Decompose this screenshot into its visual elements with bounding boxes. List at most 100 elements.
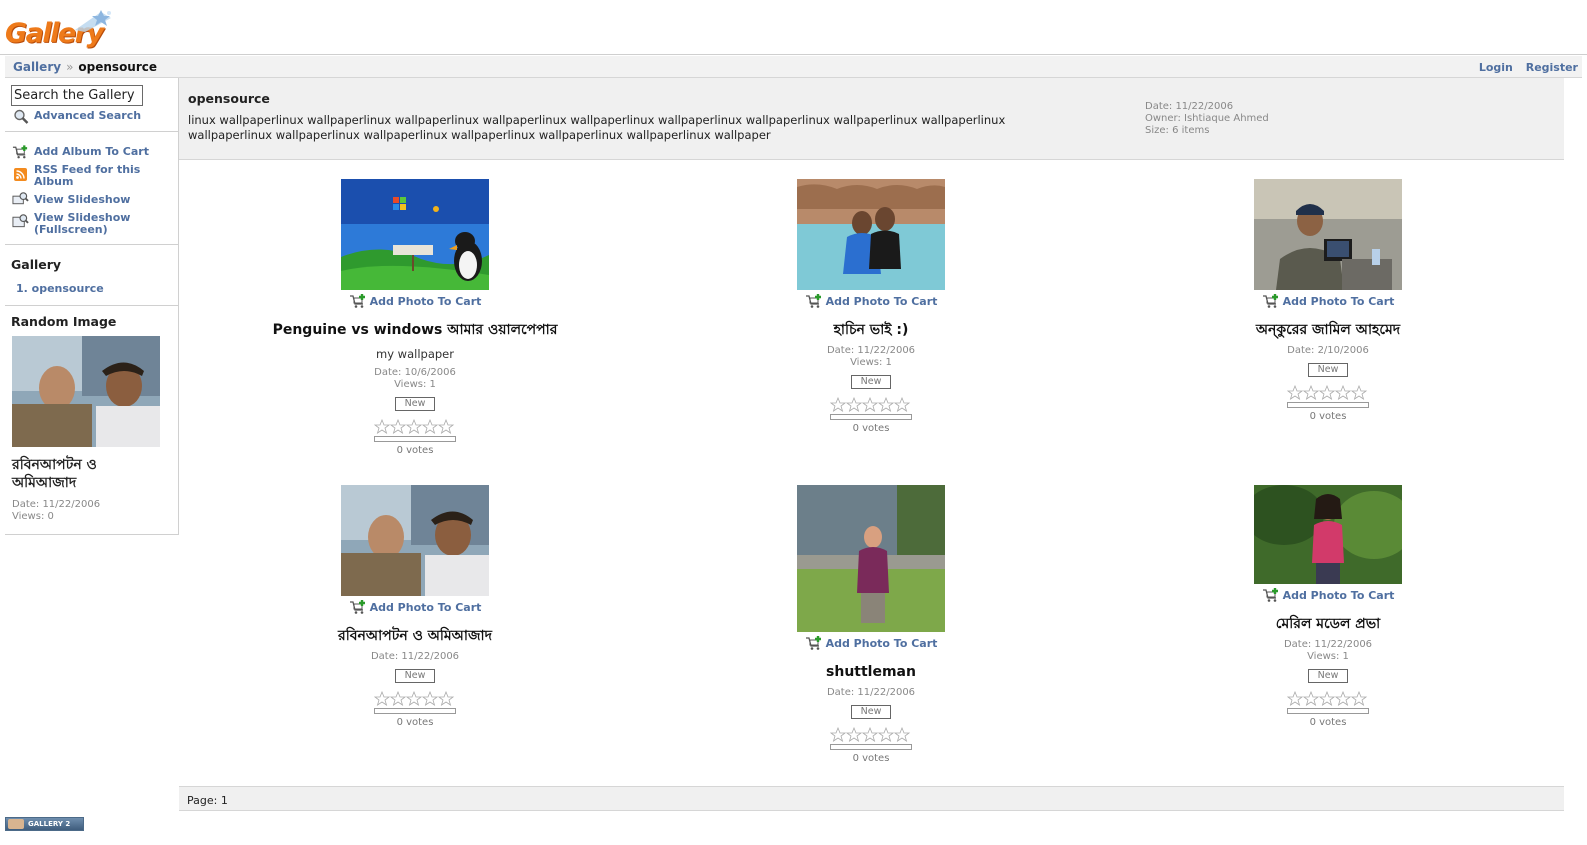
- photo-date: Date: 11/22/2006: [826, 687, 916, 698]
- gallery-path-link[interactable]: 1. opensource: [16, 283, 104, 295]
- gallery-badge-label: GALLERY 2: [28, 820, 71, 828]
- vote-count: 0 votes: [852, 423, 890, 434]
- photo-date: Date: 10/6/2006: [374, 367, 456, 378]
- add-photo-to-cart-link[interactable]: Add Photo To Cart: [1262, 293, 1395, 309]
- photo-summary: my wallpaper: [376, 347, 454, 361]
- new-badge: New: [850, 705, 892, 719]
- gallery-heading: Gallery: [11, 257, 62, 272]
- random-image-date: Date: 11/22/2006: [12, 499, 101, 510]
- photo-title[interactable]: হাচিন ভাই :): [691, 321, 1051, 339]
- rating-bar: [374, 436, 456, 442]
- star-rating[interactable]: [1148, 691, 1508, 707]
- cart-add-icon: [349, 294, 365, 308]
- random-image-thumbnail[interactable]: [12, 336, 160, 447]
- photo-date: Date: 11/22/2006: [370, 651, 460, 662]
- gallery-2-badge[interactable]: GALLERY 2: [5, 817, 84, 831]
- breadcrumb-bar: Gallery » opensource Login Register: [5, 56, 1582, 78]
- photo-thumbnail[interactable]: [797, 485, 945, 632]
- page-navigator: Page: 1: [179, 786, 1564, 811]
- photo-thumbnail[interactable]: [1254, 179, 1402, 290]
- photo-thumbnail[interactable]: [341, 485, 489, 596]
- sidebar-divider: [5, 131, 179, 132]
- photo-title[interactable]: রবিনআপটন ও অমিআজাদ: [235, 627, 595, 645]
- photo-thumbnail[interactable]: [341, 179, 489, 290]
- view-slideshow-fullscreen-link[interactable]: View Slideshow (Fullscreen): [34, 212, 144, 236]
- vote-count: 0 votes: [396, 717, 434, 728]
- photo-date: Date: 2/10/2006: [1287, 345, 1369, 356]
- photo-title[interactable]: shuttleman: [691, 663, 1051, 681]
- photo-title[interactable]: মেরিল মডেল প্রভা: [1148, 615, 1508, 633]
- logo-sparkle-icon: [75, 10, 111, 32]
- photo-title[interactable]: Penguine vs windows আমার ওয়ালপেপার: [235, 321, 595, 339]
- magnifier-icon: [14, 109, 29, 124]
- view-slideshow-link[interactable]: View Slideshow: [34, 194, 130, 206]
- sidebar: Advanced Search Add Album To Cart RSS Fe…: [5, 78, 179, 535]
- add-photo-to-cart-label: Add Photo To Cart: [1282, 294, 1395, 308]
- vote-count: 0 votes: [852, 753, 890, 764]
- photo-date: Date: 11/22/2006: [1283, 639, 1373, 650]
- photo-item: Add Photo To Cart Penguine vs windows আম…: [235, 179, 595, 456]
- rating-bar: [374, 708, 456, 714]
- photo-date: Date: 11/22/2006: [826, 345, 916, 356]
- breadcrumb-gallery-link[interactable]: Gallery: [13, 60, 61, 74]
- star-rating[interactable]: [1148, 385, 1508, 401]
- star-rating[interactable]: [691, 397, 1051, 413]
- add-photo-to-cart-label: Add Photo To Cart: [825, 294, 938, 308]
- star-rating-icon: [374, 419, 455, 434]
- cart-add-icon: [1262, 294, 1278, 308]
- random-image-heading: Random Image: [11, 314, 117, 329]
- star-rating-icon: [374, 691, 455, 706]
- new-badge: New: [1307, 669, 1349, 683]
- search-input[interactable]: [11, 85, 143, 106]
- page-header: Gallery: [0, 0, 1587, 55]
- star-rating[interactable]: [691, 727, 1051, 743]
- gallery-badge-logo-icon: [8, 819, 24, 829]
- advanced-search-link[interactable]: Advanced Search: [34, 110, 141, 122]
- add-photo-to-cart-link[interactable]: Add Photo To Cart: [349, 599, 481, 615]
- add-photo-to-cart-label: Add Photo To Cart: [369, 294, 482, 308]
- breadcrumb: Gallery » opensource: [13, 60, 157, 74]
- add-photo-to-cart-link[interactable]: Add Photo To Cart: [1262, 587, 1395, 603]
- cart-add-icon: [349, 600, 365, 614]
- photo-item: Add Photo To Cart হাচিন ভাই :) Date: 11/…: [691, 179, 1051, 434]
- register-link[interactable]: Register: [1526, 61, 1578, 74]
- photo-thumbnail[interactable]: [797, 179, 945, 290]
- star-rating-icon: [830, 397, 911, 412]
- add-album-to-cart-link[interactable]: Add Album To Cart: [34, 146, 149, 158]
- photo-item: Add Photo To Cart রবিনআপটন ও অমিআজাদ Dat…: [235, 485, 595, 728]
- new-badge: New: [1307, 363, 1349, 377]
- breadcrumb-separator: »: [66, 60, 74, 74]
- rating-bar: [1287, 402, 1369, 408]
- photo-item: Add Photo To Cart মেরিল মডেল প্রভা Date:…: [1148, 485, 1508, 728]
- slideshow-icon: [12, 192, 29, 205]
- photo-item: Add Photo To Cart shuttleman Date: 11/22…: [691, 485, 1051, 764]
- add-photo-to-cart-link[interactable]: Add Photo To Cart: [805, 293, 938, 309]
- random-image-views: Views: 0: [12, 511, 54, 522]
- add-photo-to-cart-label: Add Photo To Cart: [825, 636, 938, 650]
- sidebar-divider: [5, 305, 179, 306]
- add-photo-to-cart-label: Add Photo To Cart: [1282, 588, 1395, 602]
- gallery-logo[interactable]: Gallery: [5, 8, 113, 52]
- rating-bar: [1287, 708, 1369, 714]
- cart-add-icon: [805, 294, 821, 308]
- login-link[interactable]: Login: [1479, 61, 1513, 74]
- rating-bar: [830, 414, 912, 420]
- album-size: Size: 6 items: [1145, 125, 1210, 136]
- star-rating[interactable]: [235, 419, 595, 435]
- add-photo-to-cart-link[interactable]: Add Photo To Cart: [349, 293, 482, 309]
- photo-title[interactable]: অন্কুরের জামিল আহমেদ: [1148, 321, 1508, 339]
- photo-item: Add Photo To Cart অন্কুরের জামিল আহমেদ D…: [1148, 179, 1508, 422]
- cart-add-icon: [805, 636, 821, 650]
- sidebar-divider: [5, 244, 179, 245]
- album-header: opensource linux wallpaperlinux wallpape…: [179, 78, 1564, 160]
- star-rating[interactable]: [235, 691, 595, 707]
- rss-icon: [14, 168, 27, 181]
- photo-thumbnail[interactable]: [1254, 485, 1402, 584]
- album-description: linux wallpaperlinux wallpaperlinux wall…: [188, 113, 1006, 142]
- album-date: Date: 11/22/2006: [1145, 101, 1234, 112]
- random-image-title[interactable]: রবিনআপটন ও অমিআজাদ: [12, 456, 162, 492]
- add-photo-to-cart-link[interactable]: Add Photo To Cart: [805, 635, 938, 651]
- photo-views: Views: 1: [850, 357, 892, 368]
- new-badge: New: [394, 669, 436, 683]
- rss-feed-link[interactable]: RSS Feed for this Album: [34, 164, 144, 188]
